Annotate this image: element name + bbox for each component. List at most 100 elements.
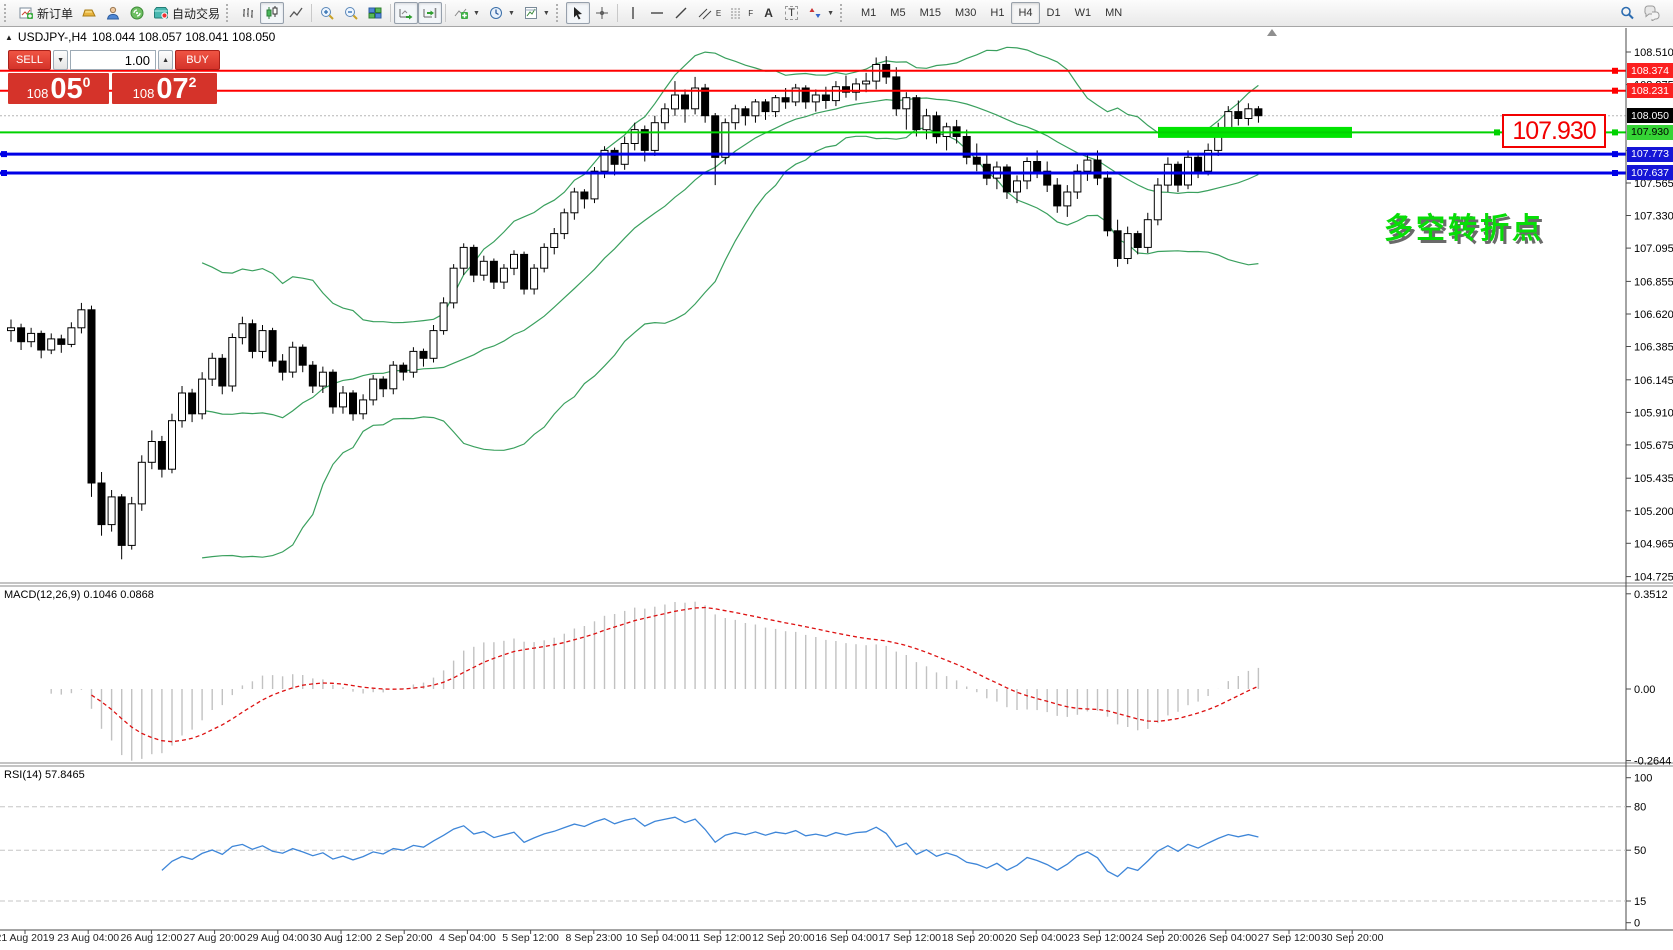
svg-text:104.725: 104.725 <box>1634 572 1673 584</box>
chart-canvas[interactable]: 108.510108.275107.800107.565107.330107.0… <box>0 0 1673 950</box>
volume-increase-button[interactable]: ▲ <box>158 50 174 70</box>
level-handle <box>1612 129 1618 136</box>
level-handle <box>1612 87 1618 94</box>
profile-button[interactable] <box>101 2 125 24</box>
timeframe-h1[interactable]: H1 <box>983 2 1011 24</box>
svg-text:26 Sep 04:00: 26 Sep 04:00 <box>1195 932 1258 944</box>
svg-text:21 Aug 2019: 21 Aug 2019 <box>0 932 55 944</box>
svg-text:8 Sep 23:00: 8 Sep 23:00 <box>565 932 622 944</box>
templates-button[interactable]: ▼ <box>519 2 554 24</box>
channel-icon <box>697 5 713 21</box>
rsi-line <box>161 816 1259 878</box>
svg-text:107.330: 107.330 <box>1634 211 1673 223</box>
trendline-button[interactable] <box>669 2 693 24</box>
search-button[interactable] <box>1615 2 1639 24</box>
bollinger-upper <box>201 46 1259 324</box>
chevron-down-icon: ▼ <box>473 9 480 17</box>
svg-text:10 Sep 04:00: 10 Sep 04:00 <box>626 932 689 944</box>
chevron-down-icon: ▼ <box>542 9 550 17</box>
macd-main-value: 0.1046 <box>83 589 118 601</box>
svg-text:0.3512: 0.3512 <box>1634 589 1668 601</box>
timeframe-m30[interactable]: M30 <box>948 2 983 24</box>
chat-bubbles-icon <box>1643 5 1661 21</box>
new-order-button[interactable]: 新订单 <box>14 2 77 24</box>
cursor-icon <box>570 5 586 21</box>
buy-price-box[interactable]: 108 07 2 <box>112 73 217 104</box>
timeframe-m5[interactable]: M5 <box>883 2 912 24</box>
timeframe-group: M1 M5 M15 M30 H1 H4 D1 W1 MN <box>854 2 1129 24</box>
autotrading-label: 自动交易 <box>172 6 221 21</box>
rsi-axis: 100 80 50 15 0 <box>1626 773 1652 930</box>
crosshair-button[interactable] <box>590 2 614 24</box>
line-chart-button[interactable] <box>284 2 308 24</box>
svg-text:27 Sep 12:00: 27 Sep 12:00 <box>1258 932 1321 944</box>
volume-decrease-button[interactable]: ▼ <box>53 50 69 70</box>
tile-windows-button[interactable] <box>363 2 387 24</box>
main-toolbar: 新订单 自动交易 ▼ ▼ ▼ E F A T ▼ M1 M5 M15 M30 H… <box>0 0 1673 27</box>
equidistant-channel-button[interactable]: E <box>693 2 725 24</box>
toolbar-separator <box>445 4 447 22</box>
candlestick-chart-icon <box>264 5 280 21</box>
bar-chart-button[interactable] <box>236 2 260 24</box>
timeframe-w1[interactable]: W1 <box>1068 2 1099 24</box>
level-handle <box>1494 129 1500 136</box>
community-button[interactable] <box>1639 2 1665 24</box>
buy-button[interactable]: BUY <box>175 50 220 70</box>
chart-annotation-text[interactable]: 多空转折点 <box>1384 205 1544 247</box>
bollinger-lower <box>202 127 1259 559</box>
svg-text:23 Aug 04:00: 23 Aug 04:00 <box>57 932 119 944</box>
horizontal-line-button[interactable] <box>645 2 669 24</box>
autotrading-button[interactable]: 自动交易 <box>149 2 224 24</box>
sell-price-box[interactable]: 108 05 0 <box>8 73 109 104</box>
timeframe-d1[interactable]: D1 <box>1040 2 1068 24</box>
indicators-button[interactable]: ▼ <box>449 2 484 24</box>
candlestick-chart-button[interactable] <box>260 2 285 24</box>
toolbar-grip <box>4 4 10 22</box>
bollinger-bands <box>201 46 1259 559</box>
timeframe-m15[interactable]: M15 <box>913 2 948 24</box>
timeframe-m1[interactable]: M1 <box>854 2 883 24</box>
horizontal-line-icon <box>649 5 665 21</box>
svg-text:105.910: 105.910 <box>1634 407 1673 419</box>
svg-text:2 Sep 20:00: 2 Sep 20:00 <box>376 932 433 944</box>
chart-shift-marker[interactable] <box>1267 29 1277 36</box>
svg-text:105.675: 105.675 <box>1634 440 1673 452</box>
cursor-button[interactable] <box>565 2 590 24</box>
chevron-down-icon: ▼ <box>507 9 515 17</box>
timeframe-h4[interactable]: H4 <box>1011 2 1040 24</box>
level-lines[interactable] <box>0 67 1626 176</box>
toolbar-separator <box>311 4 313 22</box>
timeframe-mn[interactable]: MN <box>1098 2 1129 24</box>
level-handle <box>1 170 7 176</box>
bar-chart-icon <box>240 5 256 21</box>
rsi-value: 57.8465 <box>44 769 85 781</box>
svg-text:106.855: 106.855 <box>1634 276 1673 288</box>
volume-input[interactable] <box>70 50 157 70</box>
text-label-button[interactable]: T <box>780 2 803 24</box>
fibo-letter: F <box>748 8 754 18</box>
price-flag-label[interactable]: 107.930 <box>1502 114 1606 148</box>
svg-text:24 Sep 20:00: 24 Sep 20:00 <box>1131 932 1194 944</box>
svg-text:23 Sep 12:00: 23 Sep 12:00 <box>1068 932 1131 944</box>
chart-shift-icon <box>422 5 438 21</box>
search-icon <box>1619 5 1635 21</box>
gold-deposit-button[interactable] <box>77 2 101 24</box>
periods-button[interactable]: ▼ <box>484 2 519 24</box>
broadcast-icon <box>129 5 145 21</box>
collapse-trade-panel-icon[interactable]: ▲ <box>5 33 13 42</box>
sell-button[interactable]: SELL <box>8 50 52 70</box>
auto-scroll-button[interactable] <box>394 2 419 24</box>
zoom-in-button[interactable] <box>315 2 339 24</box>
fibonacci-button[interactable]: F <box>725 2 757 24</box>
sell-price-main: 05 <box>50 73 83 105</box>
arrows-button[interactable]: ▼ <box>803 2 838 24</box>
sell-price-prefix: 108 <box>26 86 49 101</box>
vertical-line-button[interactable] <box>621 2 645 24</box>
profile-icon <box>105 5 121 21</box>
one-click-trade-panel: SELL ▼ ▲ BUY 108 05 0 108 07 2 <box>8 50 220 104</box>
zoom-out-button[interactable] <box>339 2 363 24</box>
chart-shift-button[interactable] <box>418 2 443 24</box>
broadcast-button[interactable] <box>125 2 149 24</box>
buy-price-prefix: 108 <box>132 86 155 101</box>
text-button[interactable]: A <box>757 2 780 24</box>
